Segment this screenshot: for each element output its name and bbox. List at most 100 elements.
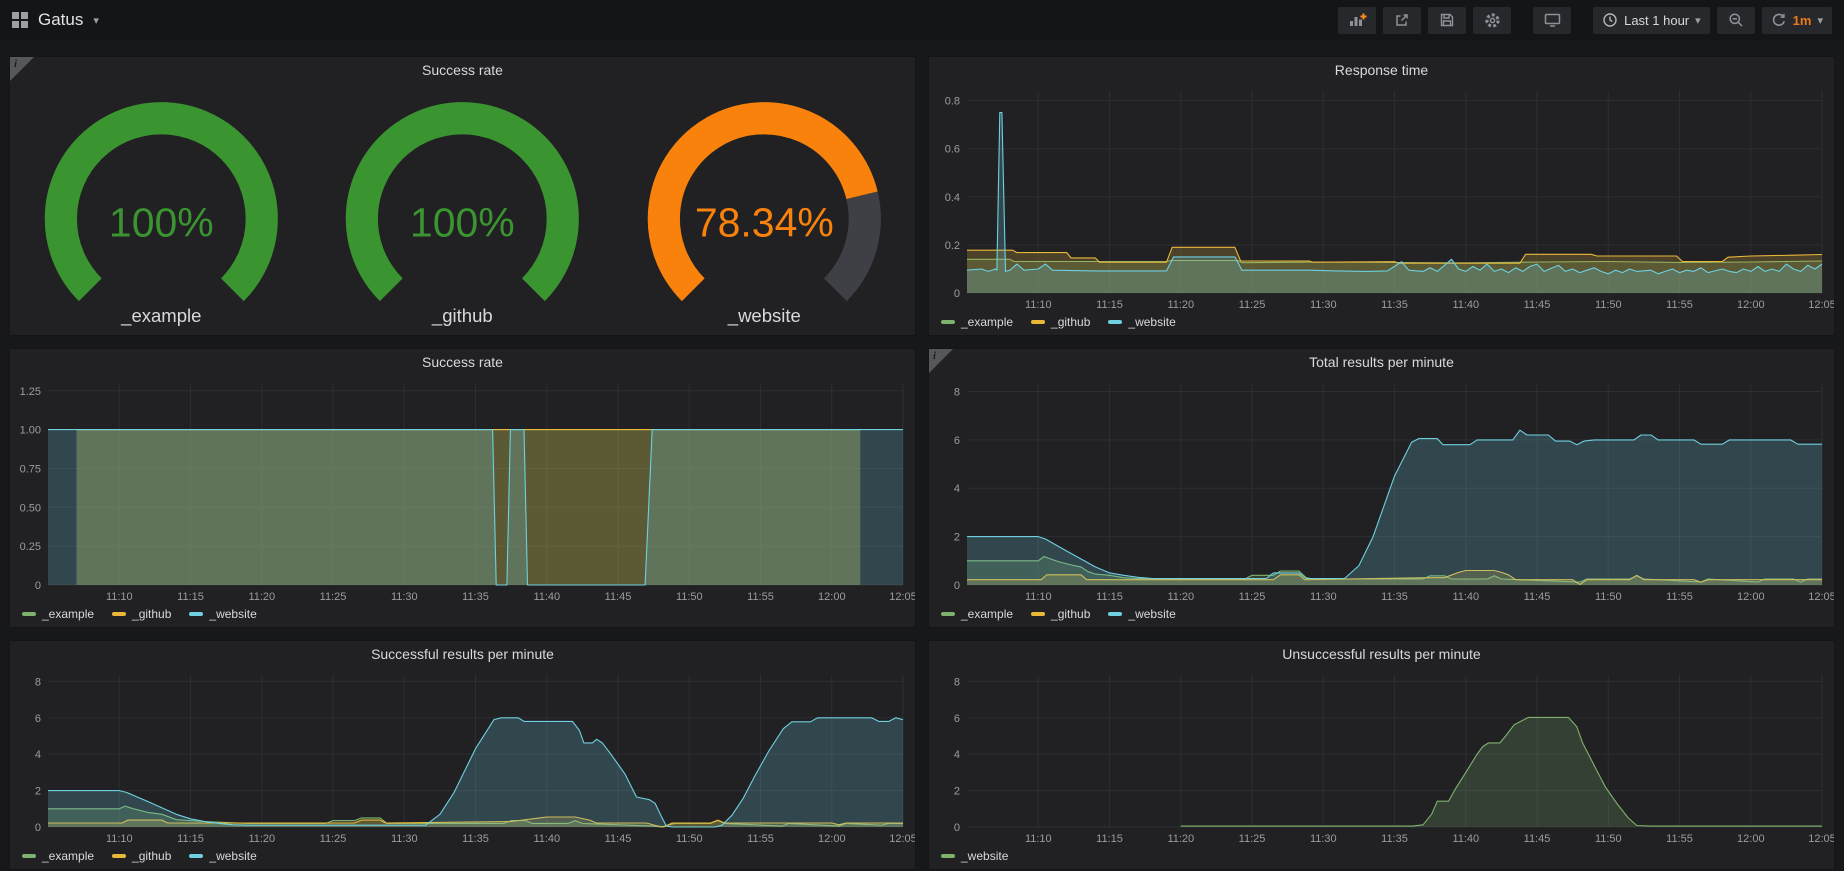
svg-text:11:20: 11:20: [1167, 833, 1194, 845]
cycle-view-button[interactable]: [1533, 7, 1571, 34]
panel-info-corner-icon[interactable]: i: [929, 349, 953, 373]
svg-text:4: 4: [954, 483, 960, 495]
legend-item-_example[interactable]: _example: [22, 849, 94, 863]
panel-title[interactable]: Success rate: [10, 349, 915, 375]
svg-text:11:45: 11:45: [1524, 299, 1551, 311]
svg-text:100%: 100%: [410, 199, 515, 245]
chart-success-rate[interactable]: 00.250.500.751.001.2511:1011:1511:2011:2…: [10, 375, 915, 605]
dashboard-grid-icon[interactable]: [12, 12, 28, 28]
svg-text:11:35: 11:35: [1381, 591, 1408, 603]
legend-swatch-icon: [22, 854, 36, 858]
chart-svg[interactable]: 00.20.40.60.811:1011:1511:2011:2511:3011…: [929, 83, 1834, 313]
dashboard-dropdown-caret-icon[interactable]: ▾: [93, 14, 99, 27]
svg-text:11:45: 11:45: [605, 833, 632, 845]
time-range-button[interactable]: Last 1 hour ▾: [1593, 7, 1710, 34]
svg-text:4: 4: [954, 749, 960, 761]
zoom-out-button[interactable]: [1717, 7, 1755, 34]
refresh-caret-icon: ▾: [1817, 14, 1823, 27]
legend-swatch-icon: [941, 320, 955, 324]
chart-total-results[interactable]: 0246811:1011:1511:2011:2511:3011:3511:40…: [929, 375, 1834, 605]
svg-text:11:55: 11:55: [1666, 833, 1693, 845]
svg-text:11:55: 11:55: [1666, 591, 1693, 603]
share-button[interactable]: [1383, 7, 1421, 34]
legend-item-_github[interactable]: _github: [112, 849, 171, 863]
svg-text:11:30: 11:30: [1310, 591, 1337, 603]
panel-response-time: Response time 00.20.40.60.811:1011:1511:…: [928, 56, 1835, 336]
legend-item-_github[interactable]: _github: [1031, 315, 1090, 329]
chart-svg[interactable]: 0246811:1011:1511:2011:2511:3011:3511:40…: [929, 375, 1834, 605]
svg-text:1.00: 1.00: [20, 425, 41, 437]
dashboard-title[interactable]: Gatus: [38, 10, 83, 30]
legend-swatch-icon: [22, 612, 36, 616]
chart-response-time[interactable]: 00.20.40.60.811:1011:1511:2011:2511:3011…: [929, 83, 1834, 313]
svg-text:11:30: 11:30: [1310, 299, 1337, 311]
legend-item-_website[interactable]: _website: [941, 849, 1008, 863]
chart-unsuccessful-results[interactable]: 0246811:1011:1511:2011:2511:3011:3511:40…: [929, 667, 1834, 847]
svg-text:0: 0: [954, 822, 960, 834]
gauge-svg: 100%_example: [15, 88, 308, 330]
svg-text:12:05: 12:05: [889, 591, 915, 603]
refresh-icon: [1771, 12, 1787, 28]
panel-info-corner-icon[interactable]: i: [10, 57, 34, 81]
save-icon: [1439, 12, 1455, 28]
time-range-caret-icon: ▾: [1695, 14, 1701, 27]
chart-svg[interactable]: 00.250.500.751.001.2511:1011:1511:2011:2…: [10, 375, 915, 605]
svg-text:11:50: 11:50: [1595, 299, 1622, 311]
gear-icon: [1484, 12, 1501, 29]
legend-item-_example[interactable]: _example: [941, 607, 1013, 621]
chart-svg[interactable]: 0246811:1011:1511:2011:2511:3011:3511:40…: [10, 667, 915, 847]
panel-title[interactable]: Total results per minute: [929, 349, 1834, 375]
svg-text:_website: _website: [727, 305, 801, 327]
svg-text:_example: _example: [120, 305, 201, 327]
chart-successful-results[interactable]: 0246811:1011:1511:2011:2511:3011:3511:40…: [10, 667, 915, 847]
legend-label: _website: [961, 849, 1008, 863]
add-panel-button[interactable]: [1338, 7, 1376, 34]
svg-text:12:00: 12:00: [1737, 833, 1765, 845]
gauge-_example: 100%_example: [10, 83, 312, 335]
svg-text:11:55: 11:55: [1666, 299, 1693, 311]
legend-item-_website[interactable]: _website: [189, 607, 256, 621]
svg-text:11:15: 11:15: [177, 591, 204, 603]
legend-swatch-icon: [189, 612, 203, 616]
svg-text:11:45: 11:45: [605, 591, 632, 603]
legend-label: _github: [132, 849, 171, 863]
legend-label: _website: [1128, 607, 1175, 621]
legend-item-_website[interactable]: _website: [1108, 607, 1175, 621]
svg-text:6: 6: [954, 713, 960, 725]
legend-swatch-icon: [1108, 612, 1122, 616]
clock-icon: [1602, 12, 1618, 28]
chart-svg[interactable]: 0246811:1011:1511:2011:2511:3011:3511:40…: [929, 667, 1834, 847]
save-button[interactable]: [1428, 7, 1466, 34]
svg-text:0.8: 0.8: [945, 96, 960, 108]
svg-text:11:10: 11:10: [106, 833, 133, 845]
legend-label: _website: [209, 849, 256, 863]
panel-successful-results: Successful results per minute 0246811:10…: [9, 640, 916, 870]
panel-title[interactable]: Unsuccessful results per minute: [929, 641, 1834, 667]
panel-title[interactable]: Success rate: [10, 57, 915, 83]
panel-title[interactable]: Successful results per minute: [10, 641, 915, 667]
svg-text:11:15: 11:15: [1096, 833, 1123, 845]
settings-button[interactable]: [1473, 7, 1511, 34]
svg-text:11:10: 11:10: [1025, 833, 1052, 845]
legend-item-_example[interactable]: _example: [941, 315, 1013, 329]
refresh-button[interactable]: 1m ▾: [1762, 7, 1832, 34]
legend-swatch-icon: [1031, 320, 1045, 324]
svg-text:8: 8: [35, 676, 41, 688]
legend-item-_github[interactable]: _github: [112, 607, 171, 621]
svg-text:2: 2: [954, 786, 960, 798]
legend-item-_website[interactable]: _website: [1108, 315, 1175, 329]
svg-text:11:40: 11:40: [533, 833, 560, 845]
panel-title[interactable]: Response time: [929, 57, 1834, 83]
svg-text:11:10: 11:10: [106, 591, 133, 603]
share-icon: [1394, 12, 1410, 28]
svg-text:6: 6: [954, 435, 960, 447]
svg-text:11:15: 11:15: [1096, 591, 1123, 603]
navbar: Gatus ▾ Last 1 hour ▾ 1m ▾: [0, 0, 1844, 40]
legend-label: _example: [961, 315, 1013, 329]
refresh-interval-label: 1m: [1793, 13, 1812, 28]
legend-item-_github[interactable]: _github: [1031, 607, 1090, 621]
svg-text:6: 6: [35, 713, 41, 725]
legend-swatch-icon: [941, 854, 955, 858]
legend-item-_example[interactable]: _example: [22, 607, 94, 621]
legend-item-_website[interactable]: _website: [189, 849, 256, 863]
